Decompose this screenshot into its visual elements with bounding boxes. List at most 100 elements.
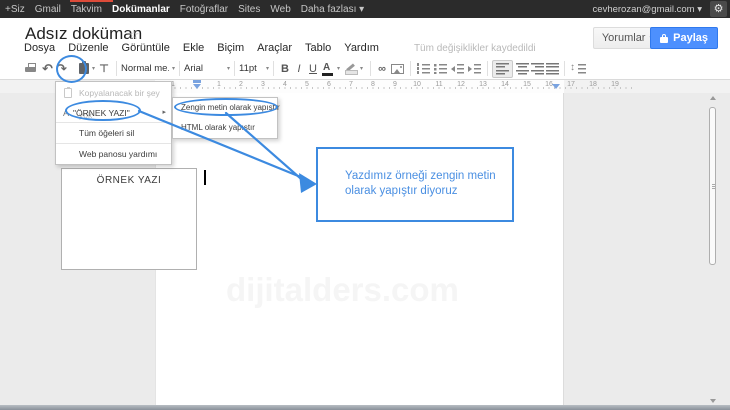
annotation-callout-text: Yazdımız örneği zengin metin olarak yapı… (345, 169, 502, 199)
bold-button[interactable]: B (279, 63, 291, 75)
scroll-down-icon[interactable] (710, 399, 716, 403)
menu-duzenle[interactable]: Düzenle (68, 42, 108, 54)
ruler-number: 15 (523, 81, 531, 88)
clipboard-dropdown-caret-icon[interactable]: ▾ (92, 65, 95, 72)
ruler-number: 9 (393, 81, 397, 88)
text-cursor (204, 170, 206, 185)
clipboard-outline-icon (64, 88, 72, 98)
clipboard-preview-box: ÖRNEK YAZI (61, 168, 197, 270)
scrollbar-thumb[interactable] (709, 107, 716, 265)
menu-ekle[interactable]: Ekle (183, 42, 204, 54)
highlight-caret-icon[interactable]: ▾ (360, 65, 363, 72)
text-color-caret-icon[interactable]: ▾ (337, 65, 340, 72)
first-line-indent-marker[interactable] (193, 80, 201, 83)
ruler-number: 13 (479, 81, 487, 88)
star-icon[interactable]: ☆ (128, 27, 140, 43)
bottom-edge-strip (0, 405, 730, 410)
share-button-label: Paylaş (673, 32, 708, 44)
nav-fotograflar[interactable]: Fotoğraflar (180, 4, 228, 15)
align-left-icon[interactable] (496, 63, 509, 75)
ruler-number: 10 (413, 81, 421, 88)
print-icon[interactable] (25, 63, 38, 75)
line-spacing-icon[interactable] (570, 63, 586, 75)
insert-link-icon[interactable]: ∞ (375, 63, 389, 75)
menu-araclar[interactable]: Araçlar (257, 42, 292, 54)
menu-yardim[interactable]: Yardım (344, 42, 379, 54)
nav-dokumanlar[interactable]: Dokümanlar (112, 4, 170, 15)
clipboard-preview-text: ÖRNEK YAZI (62, 175, 196, 186)
scroll-up-icon[interactable] (710, 96, 716, 100)
nav-web[interactable]: Web (270, 4, 290, 15)
google-bar: +Siz Gmail Takvim Dokümanlar Fotoğraflar… (0, 0, 730, 18)
ruler-number: 7 (349, 81, 353, 88)
increase-indent-icon[interactable] (468, 63, 481, 74)
redo-icon[interactable]: ↷ (56, 61, 67, 77)
font-size-select[interactable]: 11pt ▾ (239, 63, 269, 74)
web-clipboard-icon[interactable] (79, 62, 90, 75)
align-left-active-box[interactable] (492, 60, 513, 78)
nav-daha-fazlasi[interactable]: Daha fazlası ▾ (301, 4, 364, 15)
paragraph-style-value: Normal me... (121, 63, 169, 74)
font-size-value: 11pt (239, 63, 257, 74)
underline-button[interactable]: U (307, 63, 319, 75)
paragraph-style-select[interactable]: Normal me... ▾ (121, 63, 175, 74)
font-family-value: Arial (184, 63, 203, 74)
left-margin-marker[interactable] (193, 84, 201, 89)
save-status: Tüm değişiklikler kaydedildi (414, 43, 536, 54)
nav-gmail[interactable]: Gmail (35, 4, 61, 15)
chevron-down-icon: ▾ (172, 65, 175, 72)
insert-image-icon[interactable] (391, 64, 404, 74)
document-title[interactable]: Adsız doküman (25, 24, 142, 44)
menu-tablo[interactable]: Tablo (305, 42, 331, 54)
menu-goruntule[interactable]: Görüntüle (122, 42, 170, 54)
numbered-list-icon[interactable] (417, 63, 430, 74)
nav-plus-siz[interactable]: +Siz (5, 4, 25, 15)
ruler-number: 19 (611, 81, 619, 88)
bulleted-list-icon[interactable] (434, 63, 447, 74)
ruler-number: 6 (327, 81, 331, 88)
menu-item-ornek-yazi[interactable]: A "ÖRNEK YAZI" ▸ (56, 104, 171, 122)
ruler-number: 4 (283, 81, 287, 88)
scrollbar-grip (712, 184, 715, 189)
chevron-down-icon: ▾ (266, 65, 269, 72)
ruler-number: 18 (589, 81, 597, 88)
share-button[interactable]: Paylaş (650, 27, 718, 49)
lock-icon (660, 34, 668, 43)
submenu-arrow-icon: ▸ (162, 104, 166, 122)
menu-item-paste-rich-text[interactable]: Zengin metin olarak yapıştır (173, 98, 277, 118)
menu-item-clipboard-help[interactable]: Web panosu yardımı (56, 144, 171, 164)
comments-button-label: Yorumlar (602, 32, 646, 44)
menu-item-label: "ÖRNEK YAZI" (73, 104, 130, 122)
ruler-number: 2 (239, 81, 243, 88)
menu-item-clear-all[interactable]: Tüm öğeleri sil (56, 123, 171, 143)
toolbar: ↶ ↷ ▾ ⊤ Normal me... ▾ Arial ▾ 11pt ▾ B … (0, 58, 730, 80)
highlight-color-icon[interactable] (344, 63, 357, 75)
menu-item-paste-html[interactable]: HTML olarak yapıştır (173, 118, 277, 138)
nav-sites[interactable]: Sites (238, 4, 260, 15)
decrease-indent-icon[interactable] (451, 63, 464, 74)
menu-item-nothing-to-copy: Kopyalanacak bir şey yok (56, 82, 171, 104)
undo-icon[interactable]: ↶ (42, 61, 53, 77)
menu-dosya[interactable]: Dosya (24, 42, 55, 54)
text-color-icon[interactable]: A (321, 62, 334, 76)
document-page[interactable]: dijitalders.com (155, 93, 564, 405)
paint-format-icon[interactable]: ⊤ (98, 62, 110, 75)
vertical-scrollbar[interactable] (709, 95, 717, 405)
menu-bicim[interactable]: Biçim (217, 42, 244, 54)
google-services-nav: +Siz Gmail Takvim Dokümanlar Fotoğraflar… (5, 0, 364, 18)
nav-takvim[interactable]: Takvim (71, 4, 102, 15)
ruler-number: 12 (457, 81, 465, 88)
account-email[interactable]: cevherozan@gmail.com ▾ (593, 0, 702, 18)
right-margin-marker[interactable] (552, 84, 560, 89)
text-format-icon: A (63, 104, 69, 122)
ruler-number: 11 (435, 81, 442, 88)
annotation-callout: Yazdımız örneği zengin metin olarak yapı… (316, 147, 514, 222)
align-center-icon[interactable] (516, 63, 529, 75)
web-clipboard-menu: Kopyalanacak bir şey yok A "ÖRNEK YAZI" … (55, 81, 172, 165)
ruler-number: 8 (371, 81, 375, 88)
italic-button[interactable]: I (293, 63, 305, 75)
align-justify-icon[interactable] (546, 63, 559, 75)
gear-icon[interactable]: ⚙ (710, 1, 727, 17)
font-family-select[interactable]: Arial ▾ (184, 63, 230, 74)
align-right-icon[interactable] (531, 63, 544, 75)
